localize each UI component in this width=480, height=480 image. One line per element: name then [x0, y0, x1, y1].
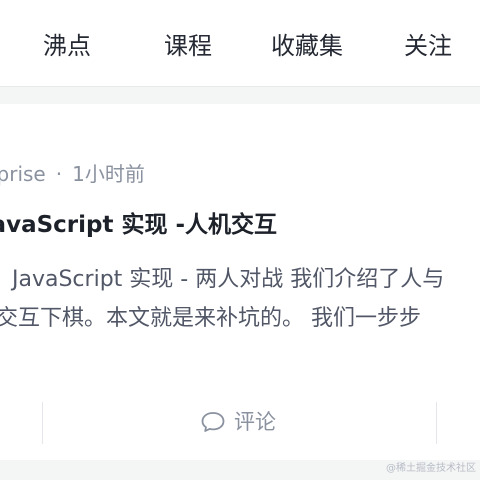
action-divider [436, 402, 437, 444]
article-title[interactable]: JavaScript 实现 -人机交互 [0, 205, 277, 239]
article-author[interactable]: erprise [0, 162, 46, 186]
article-time: 1小时前 [72, 162, 145, 186]
comment-button[interactable]: 评论 [200, 404, 276, 440]
article-card[interactable]: erprise · 1小时前 JavaScript 实现 -人机交互 JavaScr… [0, 104, 480, 460]
action-divider [42, 402, 43, 444]
tab-pins[interactable]: 沸点 [43, 0, 91, 86]
watermark: @稀土掘金技术社区 [386, 463, 476, 474]
article-action-bar: 评论 [0, 394, 480, 460]
tab-following[interactable]: 关注 [404, 0, 452, 86]
article-abstract-line: JavaScript 实现 - 两人对战 我们介绍了人与 [12, 267, 445, 292]
tab-courses[interactable]: 课程 [164, 0, 212, 86]
top-tab-bar: 沸点 课程 收藏集 关注 [0, 0, 480, 87]
article-meta: erprise · 1小时前 [0, 158, 145, 187]
article-abstract-line: 交互下棋。本文就是来补坑的。 我们一步步 [0, 306, 421, 331]
chat-bubble-icon [201, 412, 225, 432]
tab-collections[interactable]: 收藏集 [271, 0, 343, 86]
meta-separator: · [55, 162, 63, 186]
comment-label: 评论 [234, 410, 276, 434]
app-screen: 沸点 课程 收藏集 关注 erprise · 1小时前 JavaScript 实现 … [0, 0, 480, 480]
